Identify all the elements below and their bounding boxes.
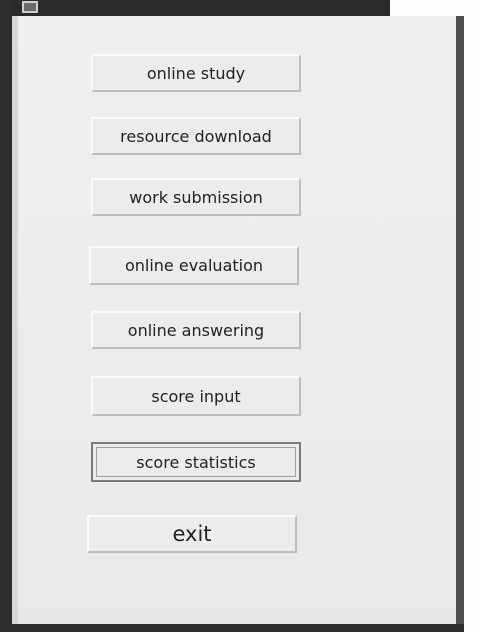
work-submission-button[interactable]: work submission bbox=[91, 178, 301, 216]
title-bar[interactable] bbox=[0, 0, 390, 16]
window-bottom-border bbox=[12, 624, 464, 632]
score-input-button[interactable]: score input bbox=[91, 376, 301, 416]
window-left-border bbox=[0, 0, 12, 632]
app-window: online study resource download work subm… bbox=[0, 0, 481, 632]
exit-button[interactable]: exit bbox=[87, 515, 297, 553]
online-answering-button[interactable]: online answering bbox=[91, 311, 301, 349]
resource-download-button[interactable]: resource download bbox=[91, 117, 301, 155]
score-statistics-button[interactable]: score statistics bbox=[91, 442, 301, 482]
window-right-margin bbox=[464, 0, 481, 632]
app-window-icon bbox=[22, 1, 38, 13]
window-title bbox=[46, 0, 376, 16]
online-study-button[interactable]: online study bbox=[91, 54, 301, 92]
online-evaluation-button[interactable]: online evaluation bbox=[89, 246, 299, 285]
